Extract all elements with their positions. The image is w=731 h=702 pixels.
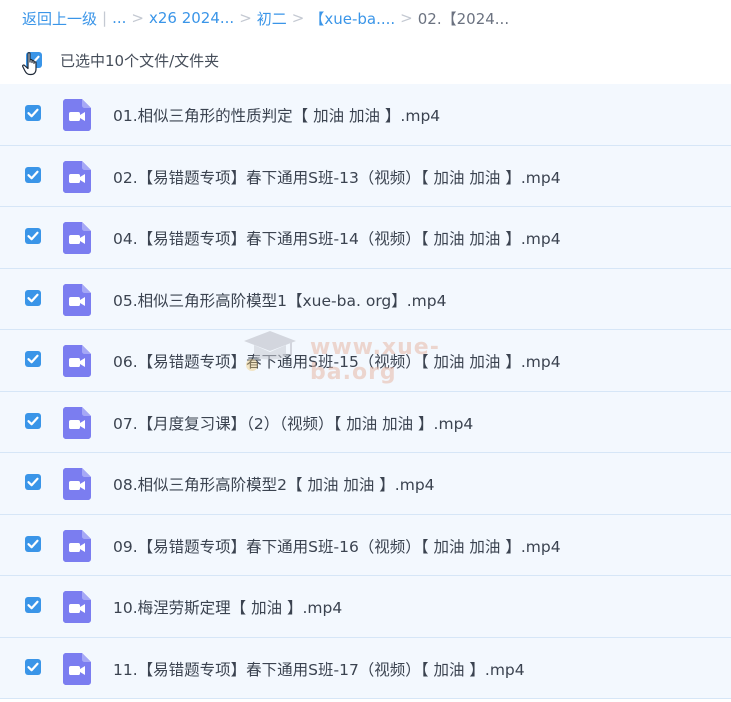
- breadcrumb-separator: >: [400, 9, 413, 27]
- breadcrumb: 返回上一级 | ... > x26 2024... > 初二 > 【xue-ba…: [0, 0, 731, 36]
- file-name[interactable]: 07.【月度复习课】（2）（视频）【 加油 加油 】.mp4: [113, 412, 473, 434]
- file-name[interactable]: 08.相似三角形高阶模型2【 加油 加油 】.mp4: [113, 473, 435, 495]
- file-row[interactable]: 10.梅涅劳斯定理【 加油 】.mp4: [0, 576, 731, 638]
- video-file-icon: [63, 222, 91, 254]
- breadcrumb-item-xueba[interactable]: 【xue-ba....: [309, 8, 395, 29]
- file-name[interactable]: 09.【易错题专项】春下通用S班-16（视频）【 加油 加油 】.mp4: [113, 535, 561, 557]
- breadcrumb-separator: >: [239, 9, 252, 27]
- breadcrumb-item-grade[interactable]: 初二: [257, 8, 287, 29]
- video-file-icon: [63, 99, 91, 131]
- file-name[interactable]: 11.【易错题专项】春下通用S班-17（视频）【 加油 】.mp4: [113, 658, 525, 680]
- file-row[interactable]: 05.相似三角形高阶模型1【xue-ba. org】.mp4: [0, 268, 731, 330]
- file-checkbox[interactable]: [25, 351, 41, 367]
- back-link[interactable]: 返回上一级: [22, 8, 97, 29]
- file-row[interactable]: 09.【易错题专项】春下通用S班-16（视频）【 加油 加油 】.mp4: [0, 514, 731, 576]
- file-row[interactable]: 02.【易错题专项】春下通用S班-13（视频）【 加油 加油 】.mp4: [0, 145, 731, 207]
- file-checkbox[interactable]: [25, 597, 41, 613]
- file-checkbox[interactable]: [25, 228, 41, 244]
- file-name[interactable]: 05.相似三角形高阶模型1【xue-ba. org】.mp4: [113, 289, 446, 311]
- file-row[interactable]: 04.【易错题专项】春下通用S班-14（视频）【 加油 加油 】.mp4: [0, 207, 731, 269]
- video-file-icon: [63, 406, 91, 439]
- breadcrumb-item-ellipsis[interactable]: ...: [112, 9, 126, 27]
- file-row[interactable]: 11.【易错题专项】春下通用S班-17（视频）【 加油 】.mp4: [0, 637, 731, 699]
- breadcrumb-separator: >: [291, 9, 305, 27]
- file-checkbox[interactable]: [25, 474, 41, 490]
- file-name[interactable]: 01.相似三角形的性质判定【 加油 加油 】.mp4: [113, 104, 440, 126]
- file-list: 01.相似三角形的性质判定【 加油 加油 】.mp4 02.【易错题专项】春下通…: [0, 84, 731, 699]
- file-checkbox[interactable]: [25, 412, 41, 429]
- file-name[interactable]: 06.【易错题专项】春下通用S班-15（视频）【 加油 加油 】.mp4: [113, 350, 561, 372]
- breadcrumb-separator: >: [131, 9, 144, 27]
- file-checkbox[interactable]: [25, 289, 41, 306]
- file-checkbox[interactable]: [25, 166, 41, 183]
- file-name[interactable]: 10.梅涅劳斯定理【 加油 】.mp4: [113, 596, 342, 618]
- video-file-icon: [63, 160, 91, 193]
- selection-bar: 已选中10个文件/文件夹: [0, 40, 731, 80]
- video-file-icon: [63, 468, 91, 500]
- file-name[interactable]: 04.【易错题专项】春下通用S班-14（视频）【 加油 加油 】.mp4: [113, 227, 561, 249]
- file-row[interactable]: 06.【易错题专项】春下通用S班-15（视频）【 加油 加油 】.mp4: [0, 330, 731, 392]
- file-row[interactable]: 01.相似三角形的性质判定【 加油 加油 】.mp4: [0, 84, 731, 146]
- file-checkbox[interactable]: [25, 535, 41, 552]
- video-file-icon: [63, 283, 91, 316]
- video-file-icon: [63, 652, 91, 685]
- file-checkbox[interactable]: [25, 658, 41, 675]
- video-file-icon: [63, 529, 91, 562]
- video-file-icon: [63, 345, 91, 377]
- breadcrumb-item-x26[interactable]: x26 2024...: [149, 9, 234, 27]
- file-row[interactable]: 08.相似三角形高阶模型2【 加油 加油 】.mp4: [0, 453, 731, 515]
- selection-count-text: 已选中10个文件/文件夹: [60, 52, 220, 70]
- breadcrumb-item-current: 02.【2024...: [417, 9, 510, 28]
- hand-pointer-icon: [22, 52, 37, 76]
- file-row[interactable]: 07.【月度复习课】（2）（视频）【 加油 加油 】.mp4: [0, 391, 731, 453]
- file-name[interactable]: 02.【易错题专项】春下通用S班-13（视频）【 加油 加油 】.mp4: [113, 166, 561, 188]
- video-file-icon: [63, 591, 91, 623]
- file-checkbox[interactable]: [25, 105, 41, 121]
- breadcrumb-bar-separator: |: [102, 9, 108, 27]
